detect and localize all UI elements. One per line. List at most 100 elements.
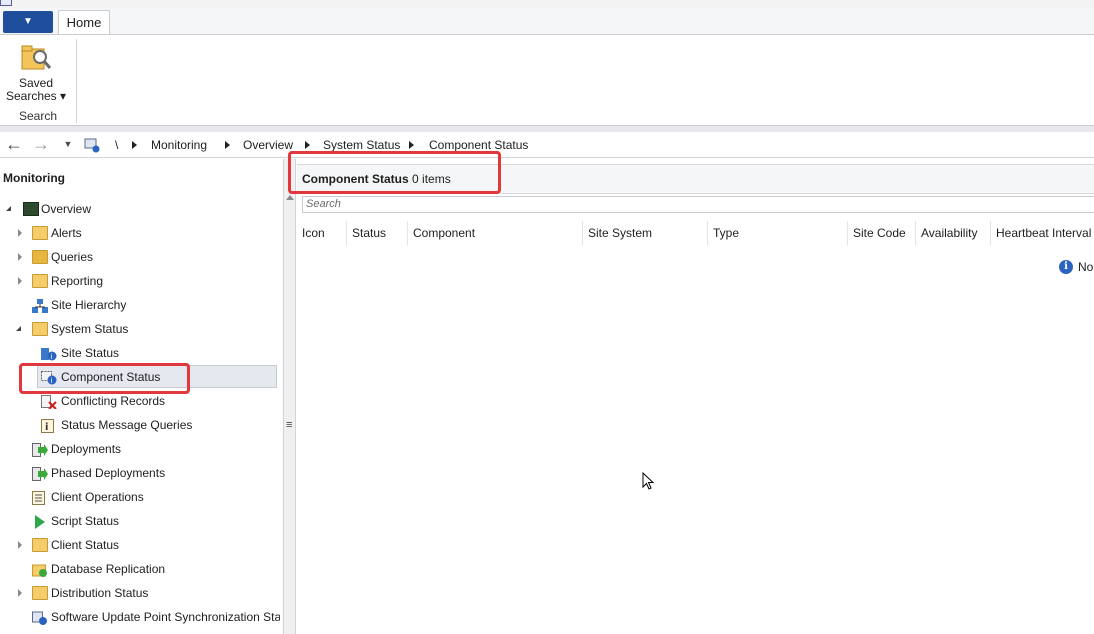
- breadcrumb-monitoring[interactable]: Monitoring: [151, 138, 207, 152]
- navigation-pane: Monitoring Overview Alerts Queries Repor…: [0, 159, 284, 634]
- splitter-grip-icon[interactable]: ≡: [286, 419, 292, 431]
- tree-label: System Status: [51, 322, 129, 336]
- expander-open-icon[interactable]: [16, 326, 21, 331]
- breadcrumb-arrow-icon[interactable]: [305, 141, 310, 149]
- saved-searches-button[interactable]: Saved Searches ▾: [4, 43, 68, 105]
- tree-item-overview[interactable]: Overview: [0, 198, 280, 220]
- expander-closed-icon[interactable]: [18, 229, 22, 237]
- play-icon: [33, 514, 49, 529]
- expander-closed-icon[interactable]: [18, 253, 22, 261]
- tree-item-alerts[interactable]: Alerts: [0, 222, 280, 244]
- column-header-heartbeat-interval[interactable]: Heartbeat Interval: [991, 221, 1094, 245]
- column-header-component[interactable]: Component: [408, 221, 583, 245]
- pane-splitter[interactable]: ≡: [284, 159, 296, 634]
- column-header-status[interactable]: Status: [347, 221, 408, 245]
- expander-closed-icon[interactable]: [18, 589, 22, 597]
- column-header-type[interactable]: Type: [708, 221, 848, 245]
- tree-item-component-status[interactable]: i Component Status: [37, 365, 277, 388]
- expander-closed-icon[interactable]: [18, 541, 22, 549]
- pane-title: Monitoring: [3, 171, 65, 185]
- tree-label: Software Update Point Synchronization St…: [51, 610, 280, 624]
- mouse-cursor-icon: [642, 471, 655, 490]
- tree-label: Deployments: [51, 442, 122, 456]
- app-menu-button[interactable]: ▼: [3, 11, 53, 33]
- site-status-icon: i: [41, 346, 57, 361]
- database-replication-icon: [32, 562, 48, 577]
- breadcrumb-overview[interactable]: Overview: [243, 138, 293, 152]
- tree-label: Site Hierarchy: [51, 298, 127, 312]
- breadcrumb-arrow-icon[interactable]: [409, 141, 414, 149]
- svg-text:i: i: [51, 377, 53, 385]
- tree-item-client-operations[interactable]: Client Operations: [0, 486, 280, 508]
- tree-item-status-message-queries[interactable]: i Status Message Queries: [0, 414, 280, 436]
- scroll-up-icon[interactable]: [286, 195, 294, 200]
- saved-searches-label-2: Searches ▾: [5, 89, 67, 103]
- folder-icon: [32, 226, 48, 240]
- tree-item-site-status[interactable]: i Site Status: [0, 342, 280, 364]
- phased-deployments-icon: [32, 466, 48, 481]
- column-header-icon[interactable]: Icon: [297, 221, 347, 245]
- conflicting-records-icon: [41, 394, 57, 410]
- breadcrumb-root[interactable]: \: [115, 138, 118, 152]
- overview-icon: [23, 202, 39, 216]
- breadcrumb-system-status[interactable]: System Status: [323, 138, 400, 152]
- list-title: Component Status 0 items: [302, 172, 451, 186]
- tree-label: Client Operations: [51, 490, 144, 504]
- tree-label: Component Status: [61, 370, 161, 384]
- column-header-availability[interactable]: Availability: [916, 221, 991, 245]
- ribbon-body: Saved Searches ▾ Search: [0, 34, 1094, 126]
- tree-label: Overview: [41, 202, 92, 216]
- svg-text:i: i: [51, 353, 53, 361]
- site-hierarchy-icon: [32, 298, 48, 313]
- column-header-row: Icon Status Component Site System Type S…: [297, 221, 1094, 245]
- sync-status-icon: [32, 610, 48, 625]
- breadcrumb-arrow-icon[interactable]: [225, 141, 230, 149]
- ribbon-group-label: Search: [18, 109, 58, 123]
- tree-label: Distribution Status: [51, 586, 149, 600]
- tree-item-site-hierarchy[interactable]: Site Hierarchy: [0, 294, 280, 316]
- tree-label: Queries: [51, 250, 94, 264]
- tree-item-reporting[interactable]: Reporting: [0, 270, 280, 292]
- tree-item-distribution-status[interactable]: Distribution Status: [0, 582, 280, 604]
- search-input[interactable]: Search: [302, 196, 1094, 213]
- breadcrumb-component-status[interactable]: Component Status: [429, 138, 528, 152]
- app-icon: [0, 0, 12, 6]
- tree-item-client-status[interactable]: Client Status: [0, 534, 280, 556]
- forward-icon[interactable]: →: [31, 135, 51, 154]
- info-icon: i: [1059, 260, 1073, 274]
- deployments-icon: [32, 442, 48, 457]
- tree-item-database-replication[interactable]: Database Replication: [0, 558, 280, 580]
- back-icon[interactable]: ←: [4, 135, 24, 154]
- tree-label: Phased Deployments: [51, 466, 166, 480]
- component-status-icon: i: [41, 370, 57, 385]
- tree-label: Conflicting Records: [61, 394, 166, 408]
- breadcrumb-arrow-icon[interactable]: [132, 141, 137, 149]
- tree-item-queries[interactable]: Queries: [0, 246, 280, 268]
- tree-label: Database Replication: [51, 562, 166, 576]
- window-title-bar: [0, 0, 1094, 8]
- tree-item-conflicting-records[interactable]: Conflicting Records: [0, 390, 280, 412]
- tree-label: Reporting: [51, 274, 104, 288]
- folder-icon: [32, 274, 48, 288]
- svg-text:i: i: [45, 422, 48, 433]
- tree-item-system-status[interactable]: System Status: [0, 318, 280, 340]
- tree-item-phased-deployments[interactable]: Phased Deployments: [0, 462, 280, 484]
- tree-item-deployments[interactable]: Deployments: [0, 438, 280, 460]
- expander-closed-icon[interactable]: [18, 277, 22, 285]
- tree-label: Alerts: [51, 226, 82, 240]
- column-header-site-system[interactable]: Site System: [583, 221, 708, 245]
- tree-item-script-status[interactable]: Script Status: [0, 510, 280, 532]
- tree-label: Status Message Queries: [61, 418, 193, 432]
- expander-open-icon[interactable]: [6, 206, 11, 211]
- results-pane: Component Status 0 items Search Icon Sta…: [297, 159, 1094, 634]
- tab-home[interactable]: Home: [58, 10, 110, 36]
- column-header-site-code[interactable]: Site Code: [848, 221, 916, 245]
- history-dropdown-icon[interactable]: ▼: [58, 136, 78, 154]
- tree-item-sup-sync[interactable]: Software Update Point Synchronization St…: [0, 606, 280, 628]
- console-icon: [84, 137, 100, 153]
- folder-icon: [32, 322, 48, 336]
- tree-label: Client Status: [51, 538, 120, 552]
- list-item-count: 0 items: [412, 172, 451, 186]
- client-operations-icon: [32, 490, 48, 505]
- ribbon-group-separator: [76, 39, 77, 123]
